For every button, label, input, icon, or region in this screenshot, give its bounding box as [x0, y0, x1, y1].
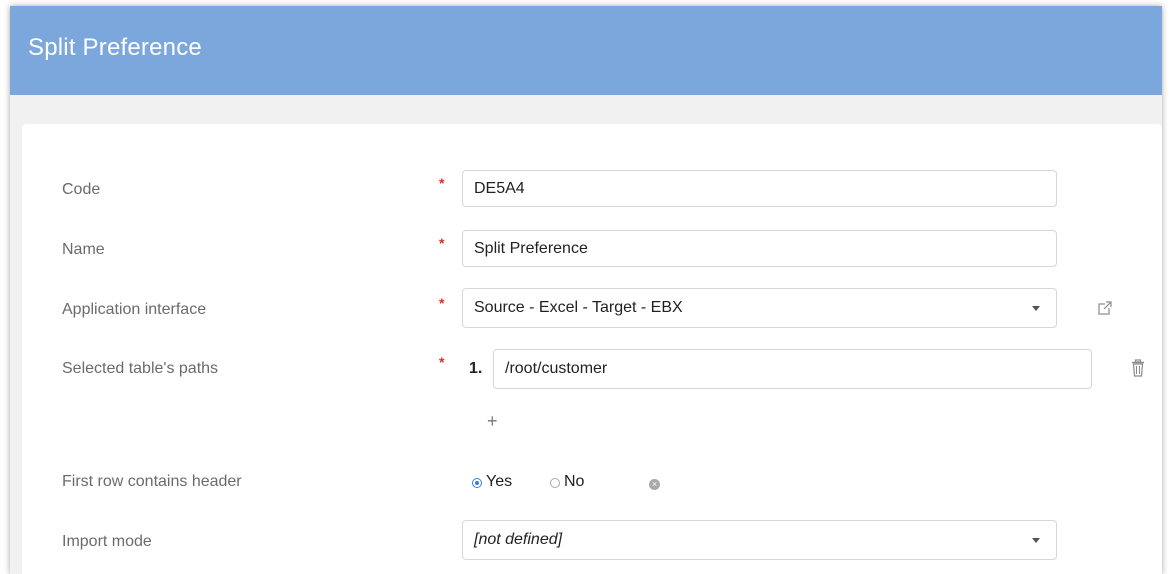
application-interface-required-marker: *: [439, 295, 445, 311]
path-index: 1.: [469, 360, 483, 377]
code-required-marker: *: [439, 175, 445, 191]
name-required-marker: *: [439, 235, 445, 251]
path-value: /root/customer: [505, 360, 608, 377]
name-value: Split Preference: [474, 239, 588, 257]
import-mode-label: Import mode: [62, 533, 152, 550]
selected-paths-required-marker: *: [439, 354, 445, 370]
selected-paths-label: Selected table's paths: [62, 360, 219, 377]
import-mode-value: [not defined]: [474, 531, 563, 548]
form-panel: Code * DE5A4 Name * Split Preference App…: [22, 124, 1162, 574]
code-value: DE5A4: [474, 179, 525, 197]
dialog-title: Split Preference: [28, 34, 202, 61]
code-label: Code: [62, 181, 101, 198]
radio-no-label[interactable]: No: [564, 473, 584, 491]
application-interface-select[interactable]: Source - Excel - Target - EBX: [462, 288, 1057, 328]
application-interface-value: Source - Excel - Target - EBX: [474, 299, 683, 316]
trash-icon[interactable]: [1131, 359, 1145, 377]
code-field[interactable]: DE5A4: [462, 170, 1057, 207]
import-mode-select[interactable]: [not defined]: [462, 520, 1057, 560]
external-link-icon[interactable]: [1097, 300, 1113, 316]
radio-yes[interactable]: [472, 478, 482, 488]
radio-no[interactable]: [550, 478, 560, 488]
path-input[interactable]: /root/customer: [493, 349, 1092, 389]
first-row-header-label: First row contains header: [62, 473, 242, 490]
name-label: Name: [62, 241, 105, 258]
chevron-down-icon: [1032, 306, 1040, 311]
radio-yes-label[interactable]: Yes: [486, 473, 512, 491]
title-bar: Split Preference: [10, 6, 1162, 95]
chevron-down-icon: [1032, 538, 1040, 543]
application-interface-label: Application interface: [62, 301, 207, 318]
clear-icon[interactable]: ×: [649, 479, 660, 490]
add-path-button[interactable]: +: [487, 412, 498, 430]
name-field[interactable]: Split Preference: [462, 230, 1057, 267]
dialog-window: Split Preference Code * DE5A4 Name * Spl…: [10, 6, 1162, 574]
